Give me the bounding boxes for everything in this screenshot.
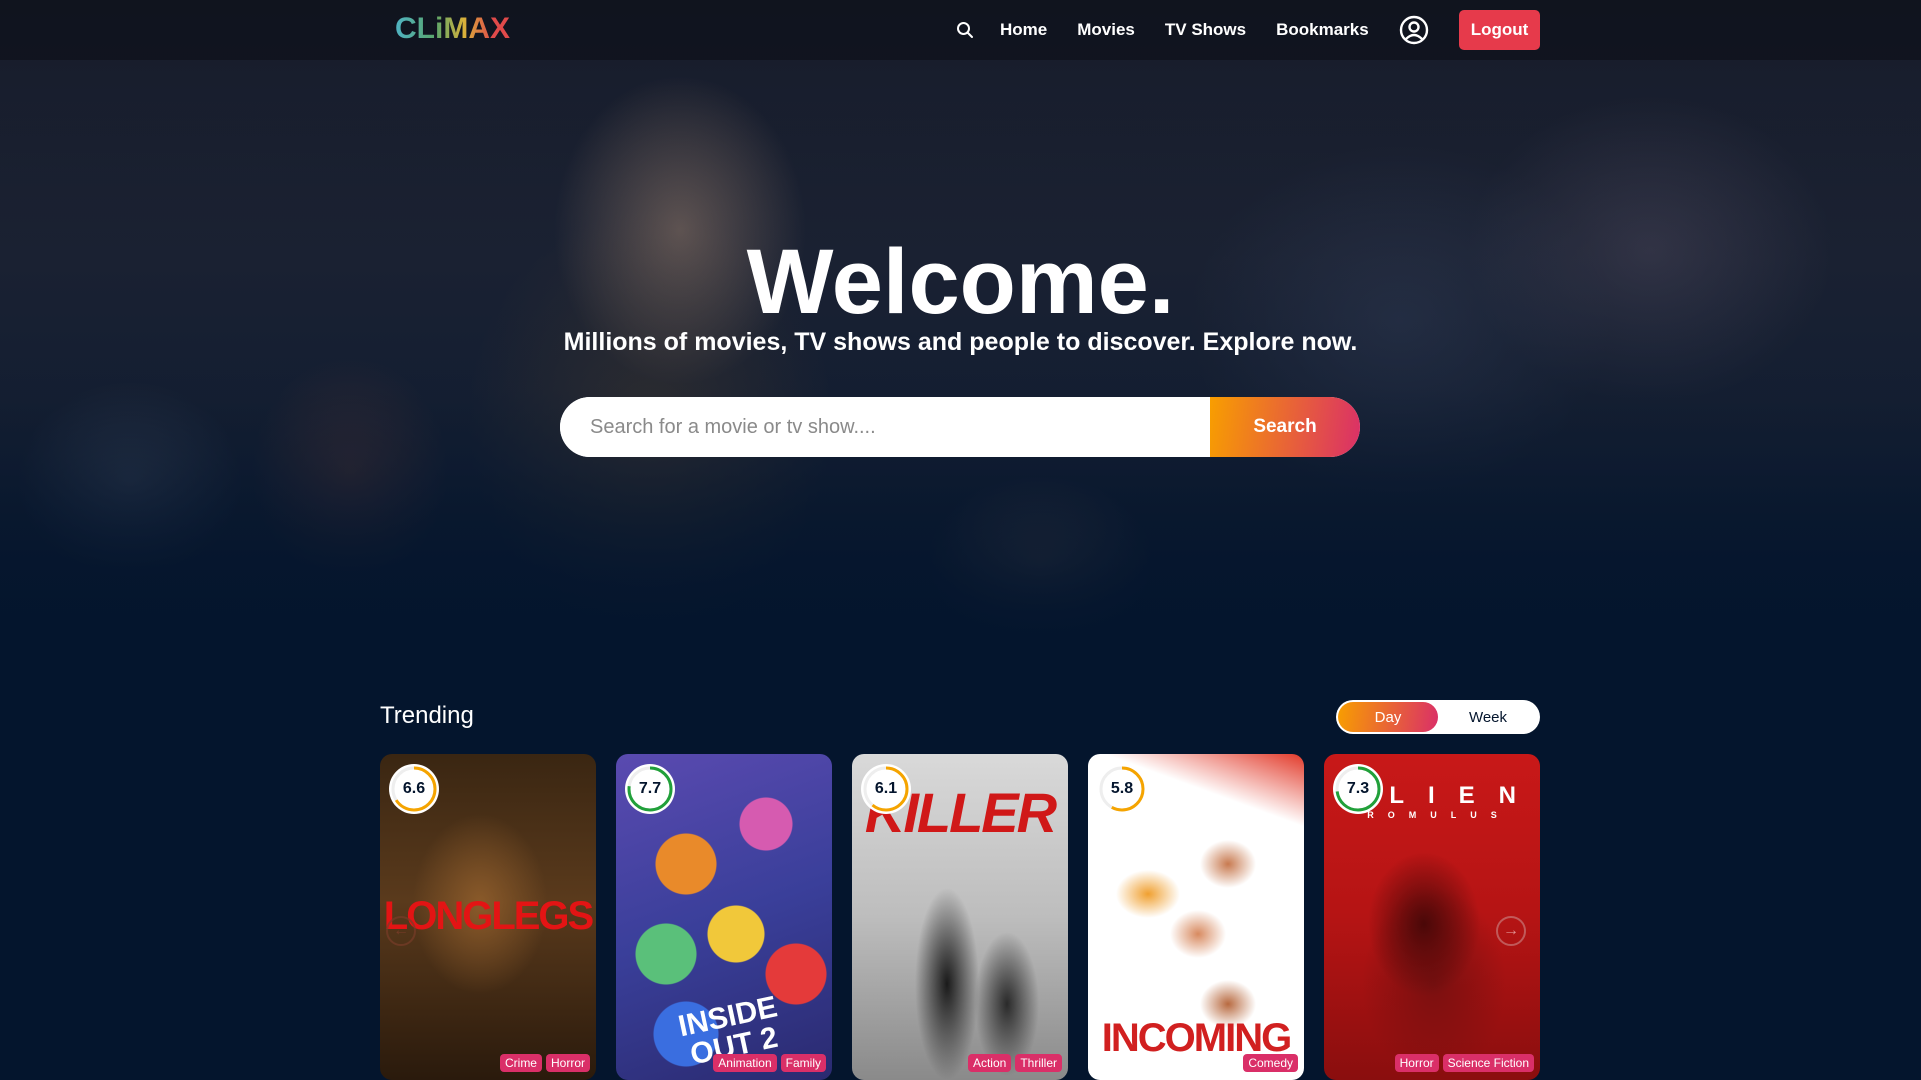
genre-tag: Horror xyxy=(1394,1054,1439,1072)
search-icon[interactable] xyxy=(950,15,980,45)
genre-tag: Action xyxy=(967,1054,1012,1072)
user-profile-icon[interactable] xyxy=(1399,15,1429,45)
genre-list: Animation Family xyxy=(713,1054,826,1072)
hero-subtitle: Millions of movies, TV shows and people … xyxy=(563,328,1358,356)
nav-tv-shows[interactable]: TV Shows xyxy=(1165,20,1246,40)
genre-tag: Science Fiction xyxy=(1442,1054,1534,1072)
nav-bookmarks[interactable]: Bookmarks xyxy=(1276,20,1369,40)
nav-movies[interactable]: Movies xyxy=(1077,20,1135,40)
rating-value: 6.1 xyxy=(874,780,898,797)
genre-tag: Animation xyxy=(713,1054,777,1072)
movie-card[interactable]: LONGLEGS 6.6 Crime Horror ← xyxy=(380,754,596,1080)
movie-card[interactable]: ALIEN ROMULUS 7.3 Horror Science Fiction… xyxy=(1324,754,1540,1080)
trending-carousel: LONGLEGS 6.6 Crime Horror ← INSIDE OUT 2… xyxy=(380,754,1540,1080)
tab-week[interactable]: Week xyxy=(1438,702,1538,732)
site-logo[interactable]: CLiMAX xyxy=(395,12,510,46)
movie-card[interactable]: INSIDE OUT 2 7.7 Animation Family xyxy=(616,754,832,1080)
main-nav: Home Movies TV Shows Bookmarks Logout xyxy=(950,0,1541,60)
site-header: CLiMAX Home Movies TV Shows Bookmarks Lo… xyxy=(0,0,1921,60)
carousel-next-arrow[interactable]: → xyxy=(1496,916,1526,946)
nav-home[interactable]: Home xyxy=(1000,20,1047,40)
rating-badge: 6.1 xyxy=(861,764,911,814)
rating-value: 5.8 xyxy=(1110,780,1134,797)
genre-tag: Crime xyxy=(499,1054,542,1072)
hero-search-button[interactable]: Search xyxy=(1210,397,1360,457)
rating-value: 7.3 xyxy=(1346,780,1370,797)
hero-search-bar: Search xyxy=(560,397,1360,457)
hero-search-input[interactable] xyxy=(560,397,1210,457)
genre-tag: Comedy xyxy=(1243,1054,1298,1072)
genre-list: Crime Horror xyxy=(499,1054,590,1072)
rating-badge: 7.3 xyxy=(1333,764,1383,814)
genre-tag: Thriller xyxy=(1015,1054,1062,1072)
rating-badge: 6.6 xyxy=(389,764,439,814)
genre-list: Comedy xyxy=(1243,1054,1298,1072)
genre-list: Horror Science Fiction xyxy=(1394,1054,1534,1072)
carousel-prev-arrow[interactable]: ← xyxy=(386,916,416,946)
trending-period-switch: Day Week xyxy=(1336,700,1540,734)
logout-button[interactable]: Logout xyxy=(1458,10,1541,50)
rating-value: 7.7 xyxy=(638,780,662,797)
genre-tag: Horror xyxy=(545,1054,590,1072)
tab-day[interactable]: Day xyxy=(1338,702,1438,732)
genre-tag: Family xyxy=(780,1054,826,1072)
genre-list: Action Thriller xyxy=(967,1054,1062,1072)
trending-title: Trending xyxy=(380,702,474,729)
movie-card[interactable]: INCOMING 5.8 Comedy xyxy=(1088,754,1304,1080)
hero-title: Welcome. xyxy=(746,231,1175,333)
rating-value: 6.6 xyxy=(402,780,426,797)
rating-badge: 5.8 xyxy=(1097,764,1147,814)
movie-card[interactable]: KILLER 6.1 Action Thriller xyxy=(852,754,1068,1080)
rating-badge: 7.7 xyxy=(625,764,675,814)
